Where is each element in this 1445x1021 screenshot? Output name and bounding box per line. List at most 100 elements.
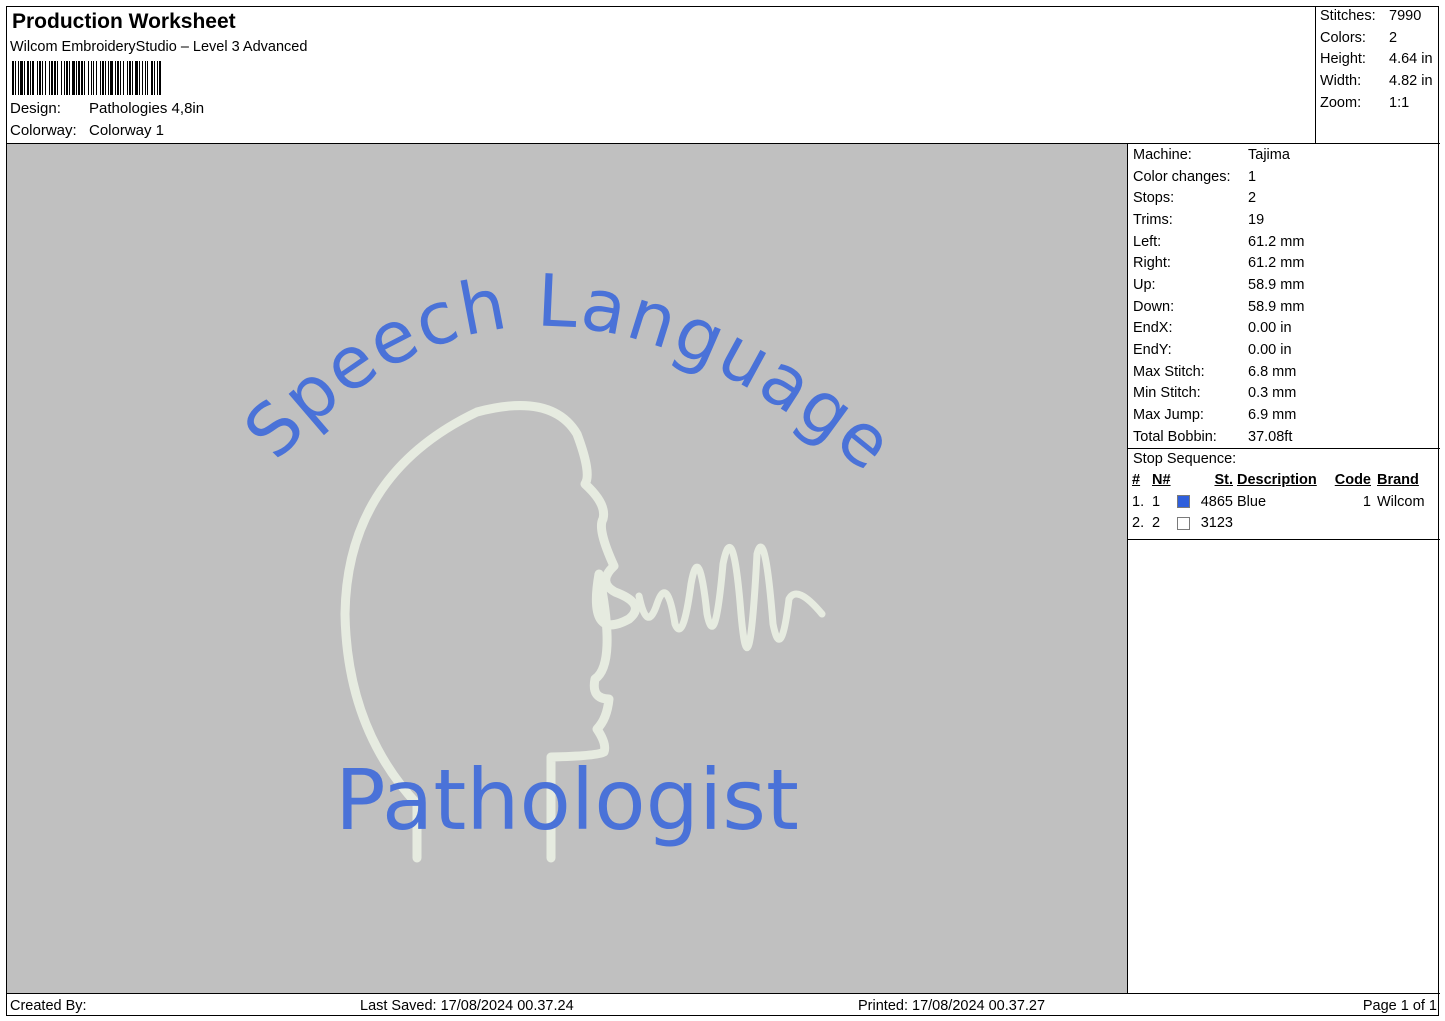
stat-row: Width: 4.82 in: [1316, 73, 1440, 95]
seq-stitch: 4865: [1200, 493, 1233, 510]
stop-sequence-row: 2. 2 3123: [1128, 512, 1440, 534]
barcode-bar: [30, 61, 31, 95]
info-value: 19: [1248, 211, 1265, 228]
barcode-bar: [127, 61, 128, 95]
info-value: 2: [1248, 190, 1257, 207]
stat-value: 1:1: [1389, 94, 1410, 111]
barcode-bar: [135, 61, 138, 95]
machine-info-row: Max Jump: 6.9 mm: [1128, 404, 1440, 426]
stat-value: 2: [1389, 29, 1398, 46]
barcode-bar: [72, 61, 75, 95]
info-label: Max Stitch:: [1133, 363, 1205, 380]
barcode-bar: [64, 61, 65, 95]
stop-sequence-row: 1. 1 4865 Blue 1 Wilcom: [1128, 491, 1440, 513]
colorway-row: Colorway: Colorway 1: [10, 122, 164, 139]
colorway-label: Colorway:: [10, 122, 77, 139]
stat-label: Zoom:: [1320, 94, 1362, 111]
barcode-bar: [20, 61, 23, 95]
seq-stitch: 3123: [1200, 515, 1233, 532]
barcode-bar: [105, 61, 106, 95]
barcode-bar: [91, 61, 92, 95]
info-value: 0.00 in: [1248, 320, 1292, 337]
color-swatch: [1177, 516, 1190, 530]
col-header: St.: [1214, 472, 1233, 489]
barcode-bar: [54, 61, 56, 95]
barcode-bar: [37, 61, 38, 95]
barcode-bar: [154, 61, 155, 95]
barcode-bar: [115, 61, 116, 95]
info-label: Max Jump:: [1133, 407, 1204, 424]
barcode-bar: [51, 61, 53, 95]
barcode-bar: [96, 61, 97, 95]
barcode-bar: [32, 61, 34, 95]
machine-info-row: Right: 61.2 mm: [1128, 252, 1440, 274]
barcode-bar: [45, 61, 46, 95]
production-worksheet: Production Worksheet Wilcom EmbroiderySt…: [6, 6, 1440, 1017]
machine-info-row: Machine: Tajima: [1128, 144, 1440, 166]
info-value: 61.2 mm: [1248, 255, 1305, 272]
info-label: Down:: [1133, 298, 1175, 315]
machine-info-row: Left: 61.2 mm: [1128, 231, 1440, 253]
barcode-bar: [12, 61, 14, 95]
barcode-bar: [123, 61, 124, 95]
barcode-bar: [76, 61, 77, 95]
info-label: Machine:: [1133, 146, 1192, 163]
design-preview: Speech Language Pathologist: [7, 144, 1128, 993]
info-label: Total Bobbin:: [1133, 428, 1217, 445]
design-text-bottom: Pathologist: [335, 751, 799, 849]
color-swatch: [1177, 495, 1190, 509]
info-value: 58.9 mm: [1248, 298, 1305, 315]
page-number: Page 1 of 1: [1362, 998, 1437, 1014]
machine-info-panel: Machine: Tajima Color changes: 1 Stops: 2 Trim…: [1128, 144, 1440, 993]
seq-needle: 2: [1152, 515, 1161, 532]
worksheet-footer: Created By: Last Saved: 17/08/2024 00.37…: [7, 993, 1440, 1017]
info-value: 6.8 mm: [1248, 363, 1297, 380]
machine-info-row: EndX: 0.00 in: [1128, 318, 1440, 340]
barcode-bar: [24, 61, 25, 95]
stat-row: Colors: 2: [1316, 30, 1440, 52]
machine-info-row: Down: 58.9 mm: [1128, 296, 1440, 318]
info-value: Tajima: [1248, 146, 1290, 163]
machine-info-row: Max Stitch: 6.8 mm: [1128, 361, 1440, 383]
info-value: 6.9 mm: [1248, 407, 1297, 424]
info-label: Min Stitch:: [1133, 385, 1201, 402]
stat-value: 4.64 in: [1389, 51, 1433, 68]
info-label: Up:: [1133, 276, 1156, 293]
design-value: Pathologies 4,8in: [89, 100, 205, 117]
info-label: Color changes:: [1133, 168, 1231, 185]
seq-index: 1.: [1132, 493, 1145, 510]
stat-row: Height: 4.64 in: [1316, 51, 1440, 73]
barcode-bar: [84, 61, 85, 95]
stop-sequence-rows: 1. 1 4865 Blue 1 Wilcom 2. 2 3123: [1128, 491, 1440, 534]
sound-wave: [635, 543, 826, 652]
barcode-bar: [129, 61, 131, 95]
barcode-bar: [110, 61, 113, 95]
barcode-bar: [78, 61, 80, 95]
barcode-bar: [139, 61, 140, 95]
barcode-bar: [108, 61, 109, 95]
printed-date: Printed: 17/08/2024 00.37.27: [858, 998, 1046, 1014]
worksheet-title: Production Worksheet: [12, 10, 236, 33]
stat-value: 4.82 in: [1389, 73, 1433, 90]
info-value: 58.9 mm: [1248, 276, 1305, 293]
machine-info-row: Color changes: 1: [1128, 166, 1440, 188]
barcode-bar: [145, 61, 146, 95]
col-header: N#: [1152, 472, 1171, 489]
barcode-bar: [61, 61, 62, 95]
seq-code: 1: [1362, 493, 1371, 510]
barcode-bar: [57, 61, 58, 95]
barcode-bar: [142, 61, 143, 95]
barcode-bar: [132, 61, 133, 95]
barcode-bar: [117, 61, 119, 95]
stat-row: Zoom: 1:1: [1316, 95, 1440, 117]
stop-sequence-label: Stop Sequence:: [1128, 447, 1440, 470]
barcode-bar: [100, 61, 101, 95]
barcode-bar: [151, 61, 153, 95]
info-value: 1: [1248, 168, 1257, 185]
design-name-row: Design: Pathologies 4,8in: [10, 100, 204, 117]
info-label: Left:: [1133, 233, 1162, 250]
info-label: Trims:: [1133, 211, 1173, 228]
seq-brand: Wilcom: [1377, 493, 1425, 510]
stat-label: Width:: [1320, 73, 1362, 90]
barcode-bar: [159, 61, 161, 95]
